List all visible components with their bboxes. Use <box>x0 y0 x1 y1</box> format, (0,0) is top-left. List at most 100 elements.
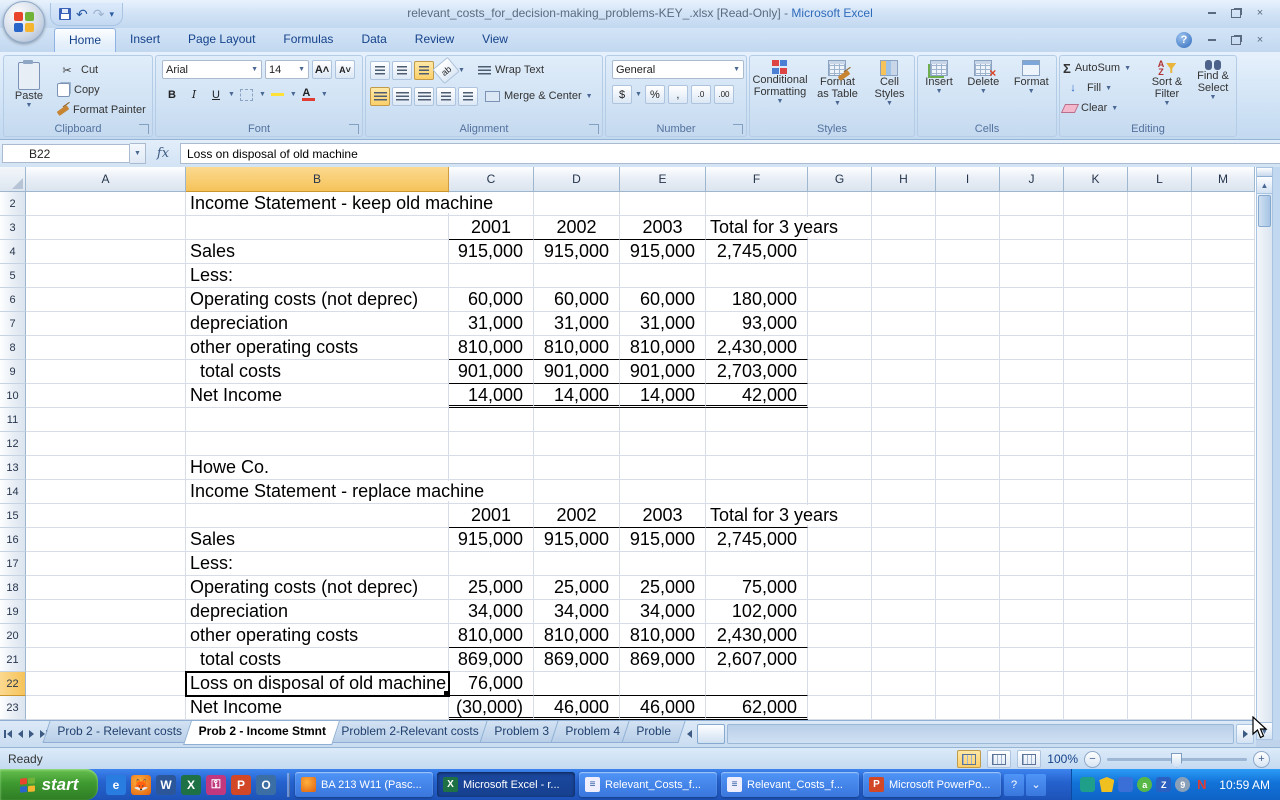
zoom-slider[interactable] <box>1107 758 1247 761</box>
cell-F7[interactable]: 93,000 <box>706 312 808 336</box>
cell-B12[interactable] <box>186 432 449 456</box>
cell-K3[interactable] <box>1064 216 1128 240</box>
outlook-icon[interactable]: O <box>256 775 276 795</box>
cell-C5[interactable] <box>449 264 534 288</box>
cell-C9[interactable]: 901,000 <box>449 360 534 384</box>
cell-L20[interactable] <box>1128 624 1192 648</box>
access-key-icon[interactable]: ⚿ <box>206 775 226 795</box>
grow-font-icon[interactable]: A˄ <box>312 60 332 79</box>
column-header-B[interactable]: B <box>186 167 449 192</box>
cell-E23[interactable]: 46,000 <box>620 696 706 720</box>
cell-L9[interactable] <box>1128 360 1192 384</box>
cell-C23[interactable]: (30,000) <box>449 696 534 720</box>
cell-H16[interactable] <box>872 528 936 552</box>
tray-shield-icon[interactable] <box>1099 777 1114 792</box>
minimize-button[interactable] <box>1202 6 1222 20</box>
cell-K7[interactable] <box>1064 312 1128 336</box>
delete-cells-button[interactable]: × Delete▼ <box>964 58 1002 122</box>
row-header-17[interactable]: 17 <box>0 552 26 576</box>
cell-J7[interactable] <box>1000 312 1064 336</box>
find-select-button[interactable]: Find & Select▼ <box>1190 58 1236 122</box>
cell-G8[interactable] <box>808 336 872 360</box>
cell-H19[interactable] <box>872 600 936 624</box>
zoom-in-icon[interactable]: + <box>1253 751 1270 768</box>
cell-F8[interactable]: 2,430,000 <box>706 336 808 360</box>
cell-D13[interactable] <box>534 456 620 480</box>
cell-J17[interactable] <box>1000 552 1064 576</box>
cell-L18[interactable] <box>1128 576 1192 600</box>
cell-F20[interactable]: 2,430,000 <box>706 624 808 648</box>
italic-button[interactable]: I <box>184 85 204 104</box>
cell-I11[interactable] <box>936 408 1000 432</box>
cell-F15[interactable]: Total for 3 years <box>706 504 808 528</box>
cell-D14[interactable] <box>534 480 620 504</box>
column-header-G[interactable]: G <box>808 167 872 192</box>
cell-A16[interactable] <box>26 528 186 552</box>
cell-J19[interactable] <box>1000 600 1064 624</box>
name-box[interactable]: B22 <box>2 144 130 163</box>
cell-H9[interactable] <box>872 360 936 384</box>
row-header-15[interactable]: 15 <box>0 504 26 528</box>
cell-D8[interactable]: 810,000 <box>534 336 620 360</box>
cell-B6[interactable]: Operating costs (not deprec) <box>186 288 449 312</box>
start-button[interactable]: start <box>0 769 98 800</box>
cell-L4[interactable] <box>1128 240 1192 264</box>
currency-format-icon[interactable]: $ <box>612 85 632 104</box>
clear-button[interactable]: Clear▼ <box>1060 98 1144 118</box>
cell-M7[interactable] <box>1192 312 1255 336</box>
sheet-tab-truncated[interactable]: Proble <box>621 721 685 743</box>
cell-B19[interactable]: depreciation <box>186 600 449 624</box>
cell-H8[interactable] <box>872 336 936 360</box>
cell-J13[interactable] <box>1000 456 1064 480</box>
cell-K15[interactable] <box>1064 504 1128 528</box>
format-cells-button[interactable]: Format▼ <box>1011 58 1052 122</box>
row-header-19[interactable]: 19 <box>0 600 26 624</box>
merge-center-button[interactable]: Merge & Center▼ <box>482 86 596 106</box>
cell-E21[interactable]: 869,000 <box>620 648 706 672</box>
cell-F16[interactable]: 2,745,000 <box>706 528 808 552</box>
cell-A21[interactable] <box>26 648 186 672</box>
cell-K8[interactable] <box>1064 336 1128 360</box>
cell-L19[interactable] <box>1128 600 1192 624</box>
cell-E5[interactable] <box>620 264 706 288</box>
word-icon[interactable]: W <box>156 775 176 795</box>
cell-M8[interactable] <box>1192 336 1255 360</box>
cell-C20[interactable]: 810,000 <box>449 624 534 648</box>
cell-H2[interactable] <box>872 192 936 216</box>
conditional-formatting-button[interactable]: Conditional Formatting▼ <box>750 58 810 122</box>
cell-A13[interactable] <box>26 456 186 480</box>
orientation-icon[interactable]: ab <box>432 56 460 83</box>
cell-A20[interactable] <box>26 624 186 648</box>
decrease-indent-icon[interactable] <box>436 87 456 106</box>
cell-I8[interactable] <box>936 336 1000 360</box>
ie-icon[interactable]: e <box>106 775 126 795</box>
tab-formulas[interactable]: Formulas <box>269 28 347 52</box>
paste-button[interactable]: Paste▼ <box>4 58 54 122</box>
cell-B16[interactable]: Sales <box>186 528 449 552</box>
cell-G13[interactable] <box>808 456 872 480</box>
cell-K9[interactable] <box>1064 360 1128 384</box>
close-button[interactable]: × <box>1250 6 1270 20</box>
firefox-icon[interactable]: 🦊 <box>131 775 151 795</box>
cell-D23[interactable]: 46,000 <box>534 696 620 720</box>
sheet-tab-problem2-relevant-costs[interactable]: Problem 2-Relevant costs <box>327 721 494 743</box>
cell-M15[interactable] <box>1192 504 1255 528</box>
tab-view[interactable]: View <box>468 28 522 52</box>
align-top-icon[interactable] <box>370 61 390 80</box>
cell-E12[interactable] <box>620 432 706 456</box>
column-header-F[interactable]: F <box>706 167 808 192</box>
vertical-scroll-thumb[interactable] <box>1258 195 1271 227</box>
row-header-23[interactable]: 23 <box>0 696 26 720</box>
cell-A5[interactable] <box>26 264 186 288</box>
cell-M11[interactable] <box>1192 408 1255 432</box>
cell-B5[interactable]: Less: <box>186 264 449 288</box>
cell-F23[interactable]: 62,000 <box>706 696 808 720</box>
cell-J22[interactable] <box>1000 672 1064 696</box>
cell-D5[interactable] <box>534 264 620 288</box>
cell-B18[interactable]: Operating costs (not deprec) <box>186 576 449 600</box>
column-header-A[interactable]: A <box>26 167 186 192</box>
workbook-minimize-button[interactable] <box>1202 33 1222 47</box>
cell-M18[interactable] <box>1192 576 1255 600</box>
cell-M22[interactable] <box>1192 672 1255 696</box>
cell-F18[interactable]: 75,000 <box>706 576 808 600</box>
